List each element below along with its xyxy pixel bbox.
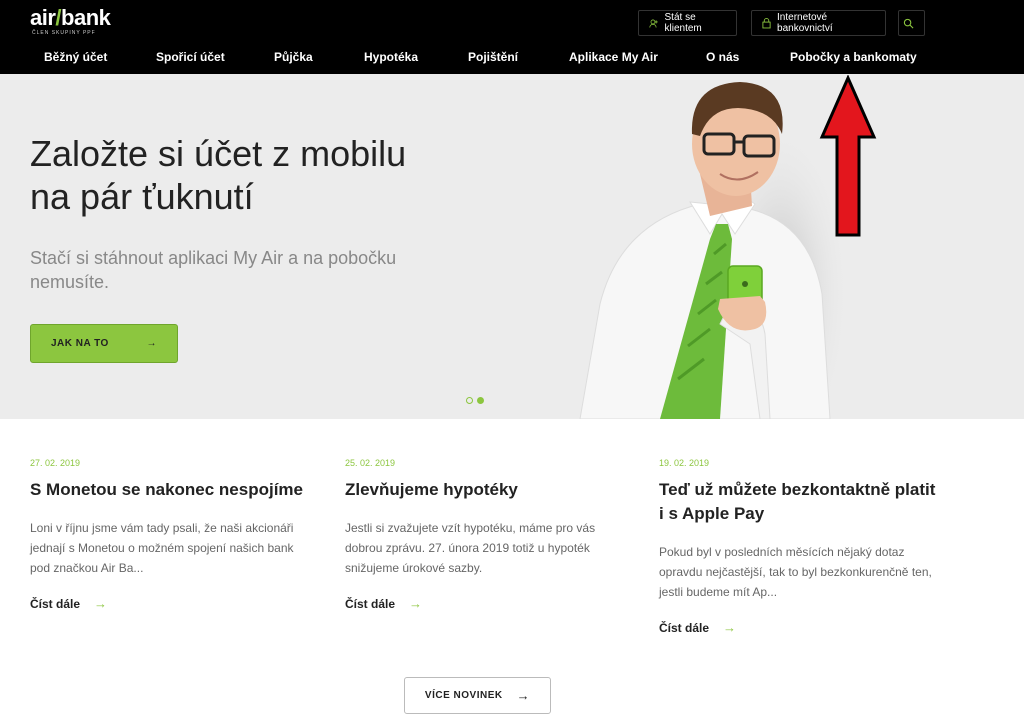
news-date: 19. 02. 2019 bbox=[659, 458, 710, 468]
read-more-link[interactable]: Číst dále → bbox=[30, 596, 310, 611]
hero-person-image bbox=[579, 82, 850, 419]
become-client-button[interactable]: Stát se klientem bbox=[638, 10, 737, 36]
jak-na-to-button[interactable]: JAK NA TO → bbox=[30, 324, 178, 363]
news-title[interactable]: Zlevňujeme hypotéky bbox=[345, 478, 625, 502]
slider-dot-1[interactable] bbox=[466, 397, 473, 404]
news-excerpt: Loni v říjnu jsme vám tady psali, že naš… bbox=[30, 521, 294, 575]
search-icon bbox=[903, 18, 914, 28]
slider-dot-2[interactable] bbox=[477, 397, 484, 404]
logo-air: air bbox=[30, 5, 56, 30]
arrow-right-icon: → bbox=[94, 596, 108, 611]
slider-dots bbox=[466, 391, 488, 409]
nav-item-pobocky[interactable]: Pobočky a bankomaty bbox=[790, 50, 917, 64]
nav-item-sporici-ucet[interactable]: Spořicí účet bbox=[156, 50, 225, 64]
news-date: 27. 02. 2019 bbox=[30, 458, 81, 468]
news-excerpt: Jestli si zvažujete vzít hypotéku, máme … bbox=[345, 521, 596, 575]
news-title[interactable]: S Monetou se nakonec nespojíme bbox=[30, 478, 310, 502]
news-item: 27. 02. 2019 S Monetou se nakonec nespoj… bbox=[30, 458, 310, 611]
hero-title: Založte si účet z mobilu na pár ťuknutí bbox=[30, 133, 407, 217]
search-button[interactable] bbox=[898, 10, 925, 36]
news-item: 25. 02. 2019 Zlevňujeme hypotéky Jestli … bbox=[345, 458, 625, 611]
nav-item-o-nas[interactable]: O nás bbox=[706, 50, 739, 64]
lock-icon bbox=[762, 18, 771, 29]
logo-bank: bank bbox=[61, 5, 111, 30]
read-more-label: Číst dále bbox=[30, 596, 81, 611]
red-arrow-annotation bbox=[819, 75, 877, 237]
become-client-label: Stát se klientem bbox=[664, 12, 702, 34]
airbank-logo[interactable]: air/bank ČLEN SKUPINY PPF bbox=[30, 5, 111, 37]
read-more-label: Číst dále bbox=[659, 620, 710, 635]
arrow-right-icon: → bbox=[409, 596, 423, 611]
news-title[interactable]: Teď už můžete bezkontaktně platit i s Ap… bbox=[659, 478, 939, 526]
internet-banking-label: Internetové bankovnictví bbox=[777, 12, 833, 34]
read-more-link[interactable]: Číst dále → bbox=[345, 596, 625, 611]
hero-subtitle: Stačí si stáhnout aplikaci My Air a na p… bbox=[30, 248, 397, 292]
add-user-icon bbox=[649, 19, 658, 27]
arrow-right-icon: → bbox=[723, 620, 737, 635]
nav-item-aplikace[interactable]: Aplikace My Air bbox=[569, 50, 658, 64]
internet-banking-button[interactable]: Internetové bankovnictví bbox=[751, 10, 886, 36]
nav-item-pojisteni[interactable]: Pojištění bbox=[468, 50, 518, 64]
nav-item-pujcka[interactable]: Půjčka bbox=[274, 50, 313, 64]
news-excerpt: Pokud byl v posledních měsících nějaký d… bbox=[659, 545, 932, 599]
main-nav: Běžný účet Spořicí účet Půjčka Hypotéka … bbox=[0, 50, 1024, 70]
arrow-right-icon: → bbox=[516, 688, 531, 703]
nav-item-bezny-ucet[interactable]: Běžný účet bbox=[44, 50, 107, 64]
logo-subtitle: ČLEN SKUPINY PPF bbox=[32, 30, 96, 36]
header: air/bank ČLEN SKUPINY PPF Stát se klient… bbox=[0, 0, 1024, 74]
arrow-right-icon: → bbox=[146, 338, 157, 349]
more-news-label: VÍCE NOVINEK bbox=[424, 690, 503, 701]
more-news-button[interactable]: VÍCE NOVINEK → bbox=[404, 677, 551, 714]
news-item: 19. 02. 2019 Teď už můžete bezkontaktně … bbox=[659, 458, 939, 635]
read-more-link[interactable]: Číst dále → bbox=[659, 620, 939, 635]
nav-item-hypoteka[interactable]: Hypotéka bbox=[364, 50, 418, 64]
read-more-label: Číst dále bbox=[345, 596, 396, 611]
news-date: 25. 02. 2019 bbox=[345, 458, 396, 468]
jak-na-to-label: JAK NA TO bbox=[51, 338, 109, 349]
